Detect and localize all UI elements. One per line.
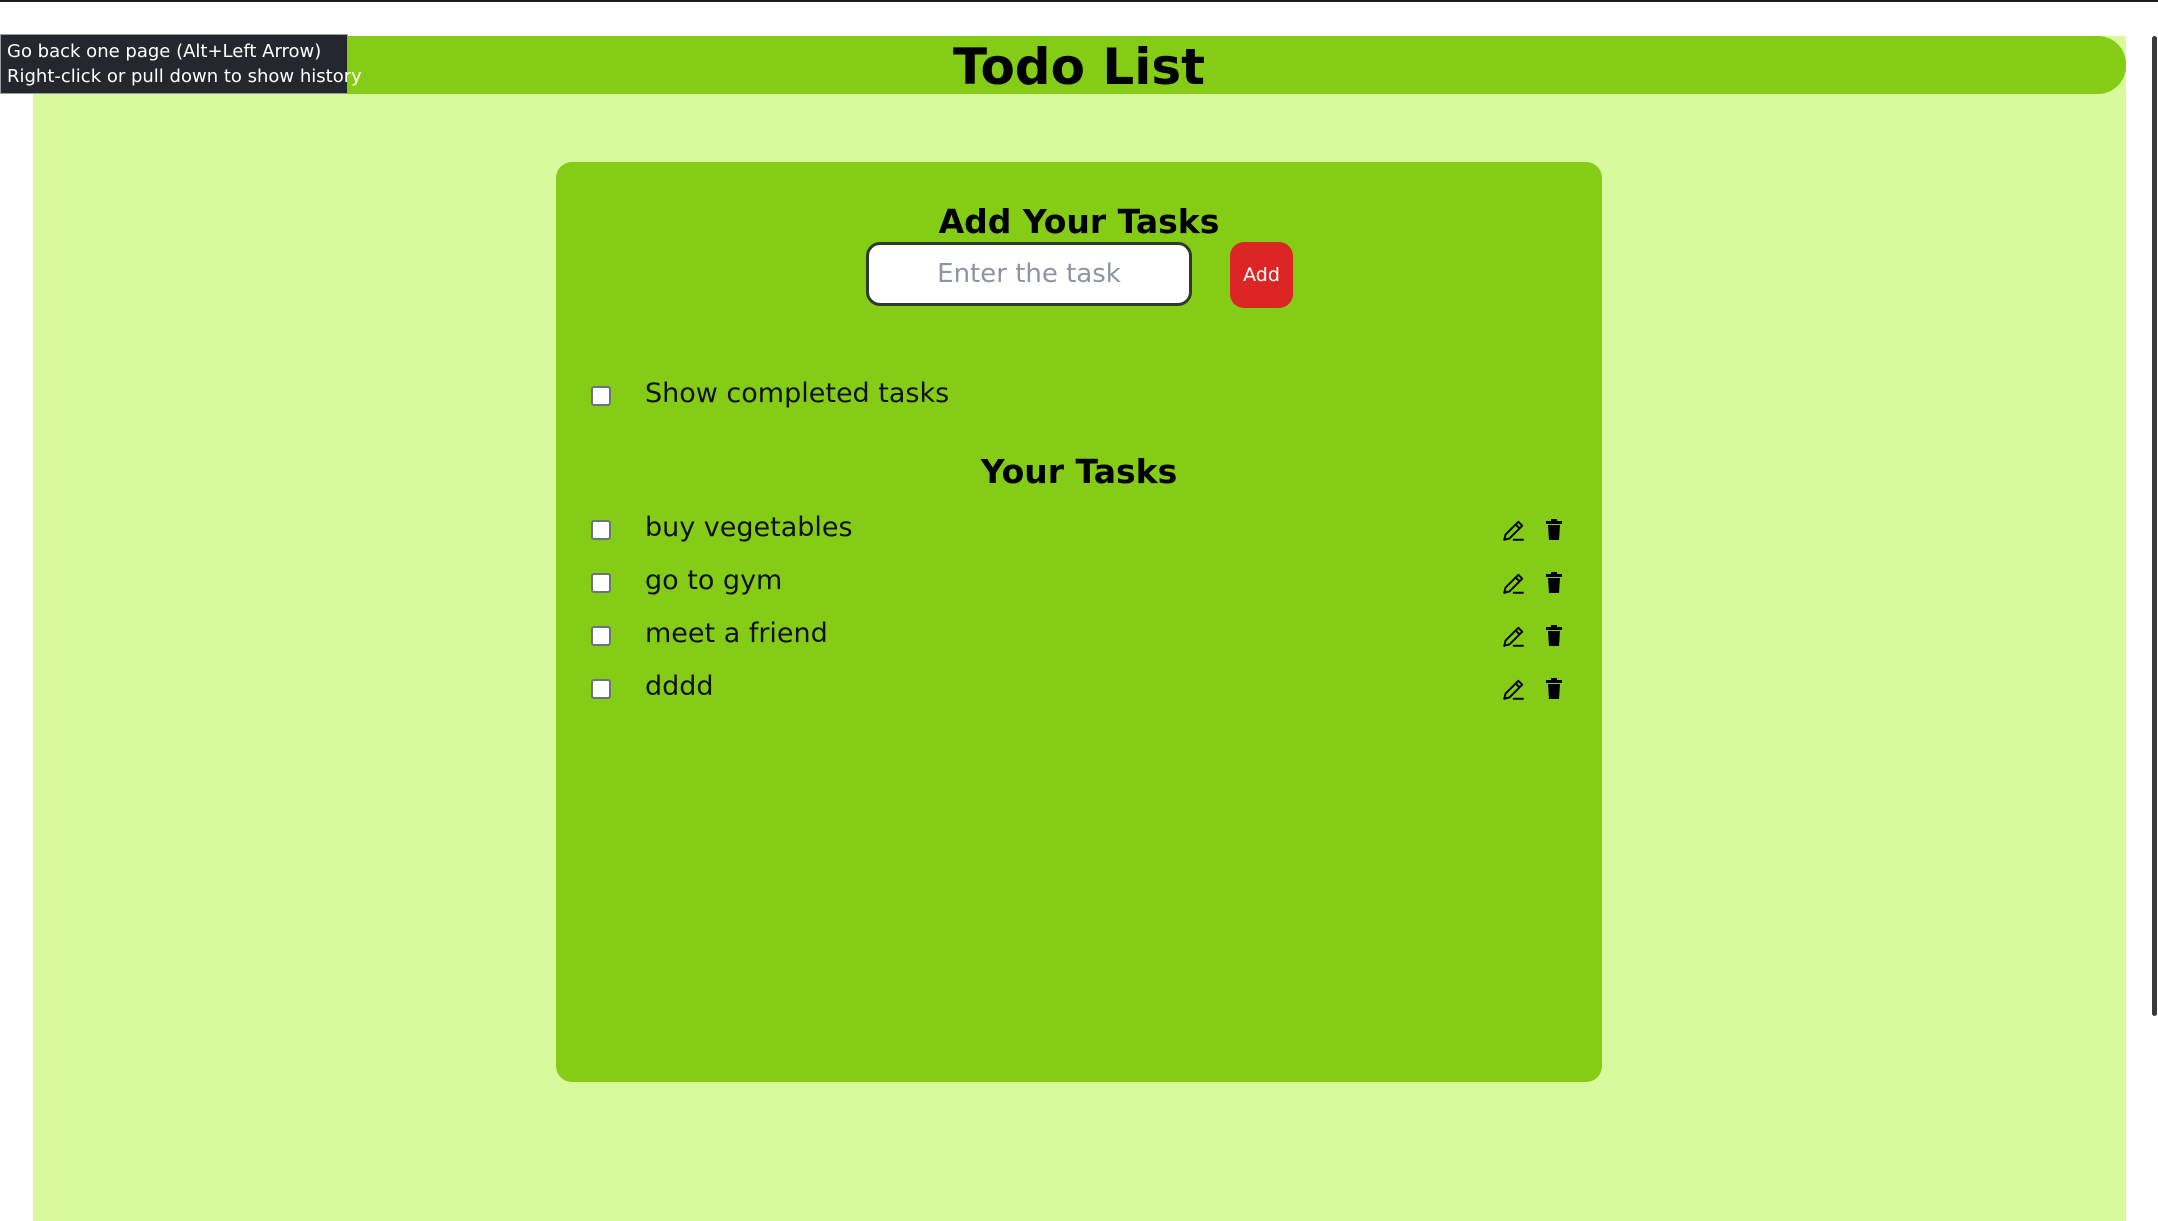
show-completed-label: Show completed tasks <box>645 378 950 409</box>
task-checkbox[interactable] <box>591 679 611 699</box>
window-top-border <box>0 0 2158 2</box>
pencil-icon[interactable] <box>1498 514 1530 546</box>
your-tasks-heading: Your Tasks <box>980 452 1178 491</box>
task-checkbox[interactable] <box>591 573 611 593</box>
task-label: buy vegetables <box>645 512 853 543</box>
task-row: dddd <box>556 670 1602 710</box>
todo-card: Add Your Tasks Add Show completed tasks … <box>556 162 1602 1082</box>
scrollbar-thumb[interactable] <box>2152 36 2157 1016</box>
pencil-icon[interactable] <box>1498 673 1530 705</box>
task-row: meet a friend <box>556 617 1602 657</box>
show-completed-checkbox[interactable] <box>591 386 611 406</box>
task-label: go to gym <box>645 565 783 596</box>
tooltip-line-1: Go back one page (Alt+Left Arrow) <box>7 41 322 62</box>
task-input[interactable] <box>866 242 1192 306</box>
back-button-tooltip: Go back one page (Alt+Left Arrow) Right-… <box>0 34 362 94</box>
trash-icon[interactable] <box>1538 673 1570 705</box>
trash-icon[interactable] <box>1538 620 1570 652</box>
trash-icon[interactable] <box>1538 514 1570 546</box>
task-checkbox[interactable] <box>591 626 611 646</box>
task-row: go to gym <box>556 564 1602 604</box>
task-label: meet a friend <box>645 618 828 649</box>
task-checkbox[interactable] <box>591 520 611 540</box>
task-label: dddd <box>645 671 714 702</box>
add-tasks-heading: Add Your Tasks <box>938 202 1220 241</box>
add-button[interactable]: Add <box>1230 242 1293 308</box>
pencil-icon[interactable] <box>1498 567 1530 599</box>
pencil-icon[interactable] <box>1498 620 1530 652</box>
tooltip-line-2: Right-click or pull down to show history <box>7 66 362 87</box>
task-row: buy vegetables <box>556 511 1602 551</box>
trash-icon[interactable] <box>1538 567 1570 599</box>
